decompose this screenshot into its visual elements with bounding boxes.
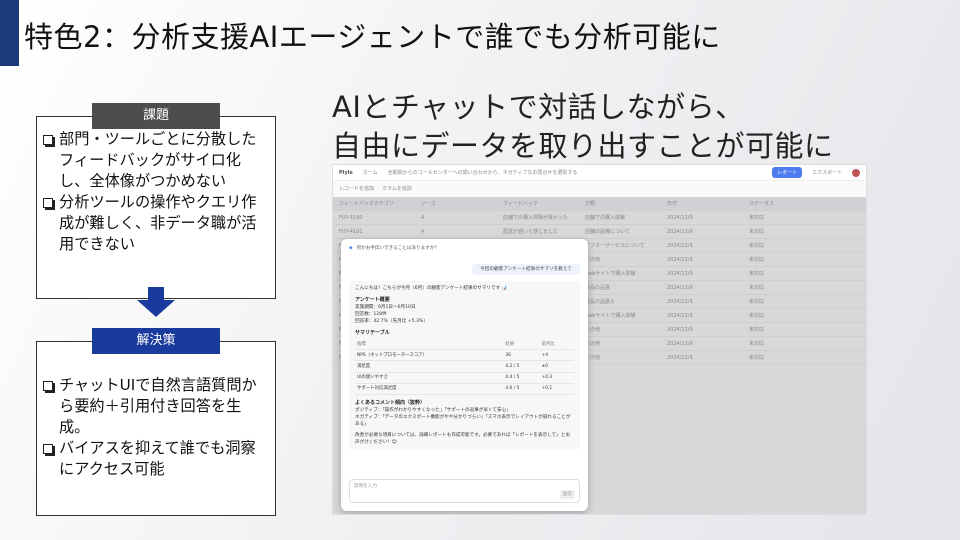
summary-cell: 4.2 / 5 xyxy=(503,360,540,373)
assistant-answer: こんにちは！こちらが今月（6月）の顧客アンケート結果のサマリです 📊 アンケート… xyxy=(349,281,580,450)
checkbox-bullet-icon xyxy=(43,381,53,391)
summary-table: 指標 結果 前月比 NPS（ネットプロモータースコア） 36 +4 満足度 4.… xyxy=(355,339,574,395)
avatar[interactable] xyxy=(852,168,860,177)
send-button[interactable]: 送信 xyxy=(559,490,575,499)
bullet-text: 部門・ツールごとに分散したフィードバックがサイロ化し、全体像がつかめない xyxy=(59,130,257,190)
down-arrow-icon xyxy=(137,287,175,317)
app-brand: Plyle xyxy=(339,169,353,176)
summary-header-cell: 結果 xyxy=(503,339,540,351)
user-message: 今回の顧客アンケート結果のサマリを教えて xyxy=(472,264,580,275)
solution-label: 解決策 xyxy=(92,328,220,354)
bullet-item: 分析ツールの操作やクエリ作成が難しく、非データ職が活用できない xyxy=(43,192,267,255)
comments-title: よくあるコメント傾向（抜粋） xyxy=(355,399,426,406)
summary-cell: 満足度 xyxy=(355,360,504,373)
summary-cell: UIの使いやすさ xyxy=(355,372,504,384)
answer-closing: 改善が必要な項目については、詳細レポートも作成可能です。必要であれば「レポートを… xyxy=(355,432,571,445)
summary-title: サマリテーブル xyxy=(355,330,390,336)
checkbox-bullet-icon xyxy=(43,444,53,454)
add-column-button[interactable]: カラムを追加 xyxy=(382,185,412,192)
accent-bar xyxy=(0,0,19,66)
chat-question-title: 何かお手伝いできることはありますか？ xyxy=(356,246,440,251)
summary-cell: 4.6 / 5 xyxy=(503,383,540,395)
export-button[interactable]: エクスポート xyxy=(812,169,842,176)
app-screenshot: Plyle ホーム 全期間からのコールセンターへの問い合わせから、ネガティブなお… xyxy=(332,164,867,515)
overview-item: 回答率：42.7%（先月比 +5.3%） xyxy=(355,319,428,324)
summary-cell: +0.1 xyxy=(539,383,574,395)
summary-header-cell: 前月比 xyxy=(539,339,574,351)
checkbox-bullet-icon xyxy=(43,135,53,145)
bullet-item: 部門・ツールごとに分散したフィードバックがサイロ化し、全体像がつかめない xyxy=(43,129,267,192)
summary-cell: サポート対応満足度 xyxy=(355,383,504,395)
overview-item: 実施期間：6月1日〜6月10日 xyxy=(355,305,416,310)
summary-row: NPS（ネットプロモータースコア） 36 +4 xyxy=(355,349,574,362)
solution-list: チャットUIで自然言語質問から要約＋引用付き回答を生成。 バイアスを抑えて誰でも洞… xyxy=(37,342,275,480)
bullet-item: バイアスを抑えて誰でも洞察にアクセス可能 xyxy=(43,438,267,480)
chat-input[interactable]: 質問を入力 送信 xyxy=(349,479,580,503)
chat-panel: ◆ 何かお手伝いできることはありますか？ 今回の顧客アンケート結果のサマリを教え… xyxy=(341,239,588,511)
add-record-button[interactable]: レコードを追加 xyxy=(339,185,374,192)
bullet-text: チャットUIで自然言語質問から要約＋引用付き回答を生成。 xyxy=(59,376,257,436)
problem-list: 部門・ツールごとに分散したフィードバックがサイロ化し、全体像がつかめない 分析ツー… xyxy=(37,117,275,255)
nav-home[interactable]: ホーム xyxy=(363,169,378,176)
summary-cell: 4.4 / 5 xyxy=(503,372,540,384)
summary-cell: 36 xyxy=(503,349,540,362)
chat-icon: ◆ xyxy=(349,246,353,251)
summary-header-row: 指標 結果 前月比 xyxy=(355,339,574,351)
solution-box: チャットUIで自然言語質問から要約＋引用付き回答を生成。 バイアスを抑えて誰でも洞… xyxy=(36,341,276,516)
answer-intro: こんにちは！こちらが今月（6月）の顧客アンケート結果のサマリです 📊 xyxy=(355,286,508,291)
summary-cell: +0.3 xyxy=(539,372,574,384)
summary-header-cell: 指標 xyxy=(355,339,504,351)
headline: AIとチャットで対話しながら、 自由にデータを取り出すことが可能に xyxy=(332,88,834,166)
problem-box: 部門・ツールごとに分散したフィードバックがサイロ化し、全体像がつかめない 分析ツー… xyxy=(36,116,276,299)
summary-row: UIの使いやすさ 4.4 / 5 +0.3 xyxy=(355,372,574,384)
summary-cell: ±0 xyxy=(539,360,574,373)
overview-title: アンケート概要 xyxy=(355,297,390,303)
summary-row: サポート対応満足度 4.6 / 5 +0.1 xyxy=(355,383,574,395)
slide-title: 特色2：分析支援AIエージェントで誰でも分析可能に xyxy=(24,20,721,54)
chat-input-placeholder: 質問を入力 xyxy=(354,484,377,489)
headline-line-1: AIとチャットで対話しながら、 xyxy=(332,90,745,124)
summary-cell: NPS（ネットプロモータースコア） xyxy=(355,349,504,362)
summary-cell: +4 xyxy=(539,349,574,362)
headline-line-2: 自由にデータを取り出すことが可能に xyxy=(332,129,834,163)
chat-header: ◆ 何かお手伝いできることはありますか？ xyxy=(349,245,580,252)
nav-prompt[interactable]: 全期間からのコールセンターへの問い合わせから、ネガティブなお問合せを選別する xyxy=(388,169,578,176)
bullet-item: チャットUIで自然言語質問から要約＋引用付き回答を生成。 xyxy=(43,375,267,438)
problem-label: 課題 xyxy=(92,103,220,129)
summary-row: 満足度 4.2 / 5 ±0 xyxy=(355,360,574,373)
comment-item: ポジティブ：「操作がわかりやすくなった」「サポートの返事が早くて安心」 xyxy=(355,407,511,413)
checkbox-bullet-icon xyxy=(43,198,53,208)
bullet-text: 分析ツールの操作やクエリ作成が難しく、非データ職が活用できない xyxy=(59,193,257,253)
report-button[interactable]: レポート xyxy=(772,167,803,178)
app-topbar: Plyle ホーム 全期間からのコールセンターへの問い合わせから、ネガティブなお… xyxy=(333,165,866,181)
bullet-text: バイアスを抑えて誰でも洞察にアクセス可能 xyxy=(59,439,256,478)
app-toolbar: レコードを追加 カラムを追加 xyxy=(333,181,866,195)
comment-item: ネガティブ：「データのエクスポート機能がやや分かりづらい」「スマホ表示でレイアウ… xyxy=(355,414,571,427)
overview-item: 回答数：128件 xyxy=(355,312,387,317)
